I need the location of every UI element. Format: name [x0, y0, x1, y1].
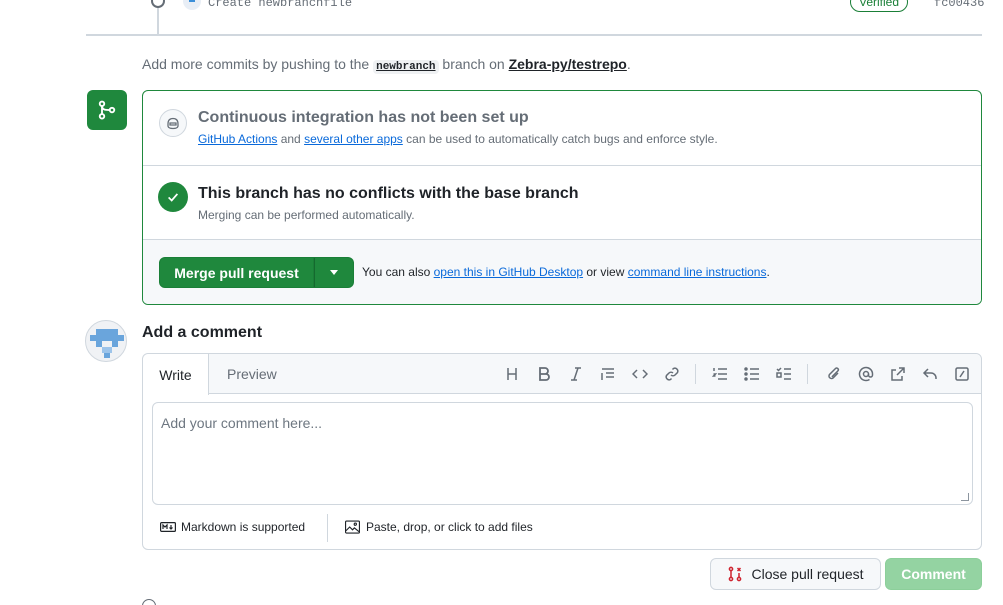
avatar[interactable] [85, 320, 127, 362]
git-merge-icon [87, 90, 127, 130]
repo-link[interactable]: Zebra-py/testrepo [509, 56, 627, 72]
editor-toolbar: Write Preview [143, 354, 981, 395]
bold-icon[interactable] [534, 364, 554, 384]
toolbar-divider [807, 364, 808, 384]
tab-preview[interactable]: Preview [227, 366, 277, 382]
task-list-icon[interactable] [774, 364, 794, 384]
cross-reference-icon[interactable] [888, 364, 908, 384]
bulleted-list-icon[interactable] [742, 364, 762, 384]
verified-badge[interactable]: Verified [850, 0, 909, 12]
paperclip-icon[interactable] [824, 364, 844, 384]
merge-alternatives: You can also open this in GitHub Desktop… [362, 265, 770, 279]
italic-icon[interactable] [566, 364, 586, 384]
image-icon [345, 520, 360, 534]
footer-divider [327, 514, 328, 542]
toolbar-divider [695, 364, 696, 384]
branch-name[interactable]: newbranch [373, 60, 439, 74]
conflict-description: Merging can be performed automatically. [198, 208, 415, 222]
quote-icon[interactable] [598, 364, 618, 384]
ci-section: Continuous integration has not been set … [143, 91, 981, 166]
github-actions-link[interactable]: GitHub Actions [198, 132, 277, 146]
other-apps-link[interactable]: several other apps [304, 132, 403, 146]
code-icon[interactable] [630, 364, 650, 384]
reply-icon[interactable] [920, 364, 940, 384]
commit-icon [151, 0, 165, 8]
merge-pull-request-button[interactable]: Merge pull request [159, 257, 314, 288]
numbered-list-icon[interactable] [710, 364, 730, 384]
chevron-down-icon [330, 270, 338, 275]
ci-description: GitHub Actions and several other apps ca… [198, 132, 718, 146]
merge-box: Continuous integration has not been set … [142, 90, 982, 305]
check-icon [158, 182, 188, 212]
markdown-note[interactable]: Markdown is supported [160, 520, 305, 534]
git-pull-request-closed-icon [729, 566, 742, 582]
attach-files[interactable]: Paste, drop, or click to add files [345, 520, 533, 534]
tab-write[interactable]: Write [143, 354, 209, 395]
comment-button[interactable]: Comment [885, 558, 982, 590]
commit-sha[interactable]: fc00436 [934, 0, 984, 10]
comment-placeholder: Add your comment here... [161, 415, 323, 431]
info-icon [142, 598, 156, 605]
contributing-note [142, 598, 162, 605]
ci-title: Continuous integration has not been set … [198, 109, 529, 126]
timeline-divider [86, 34, 982, 36]
mention-icon[interactable] [856, 364, 876, 384]
copilot-icon [159, 109, 187, 137]
merge-options-dropdown[interactable] [314, 257, 354, 288]
merge-action-section: Merge pull request You can also open thi… [143, 240, 981, 304]
add-comment-heading: Add a comment [142, 324, 263, 341]
link-icon[interactable] [662, 364, 682, 384]
conflict-section: This branch has no conflicts with the ba… [143, 166, 981, 240]
conflict-title: This branch has no conflicts with the ba… [198, 185, 579, 202]
slash-commands-icon[interactable] [952, 364, 972, 384]
resize-handle[interactable] [961, 493, 969, 501]
markdown-icon [160, 522, 176, 532]
close-pull-request-button[interactable]: Close pull request [710, 558, 881, 590]
push-note: Add more commits by pushing to the newbr… [142, 56, 631, 74]
comment-textarea[interactable]: Add your comment here... [152, 402, 973, 505]
heading-icon[interactable] [502, 364, 522, 384]
commit-message[interactable]: Create newbranchfile [208, 0, 352, 10]
command-line-link[interactable]: command line instructions [628, 265, 767, 279]
github-desktop-link[interactable]: open this in GitHub Desktop [434, 265, 583, 279]
commit-author-avatar[interactable] [183, 0, 201, 10]
comment-editor: Write Preview Add your comment here... M… [142, 353, 982, 550]
